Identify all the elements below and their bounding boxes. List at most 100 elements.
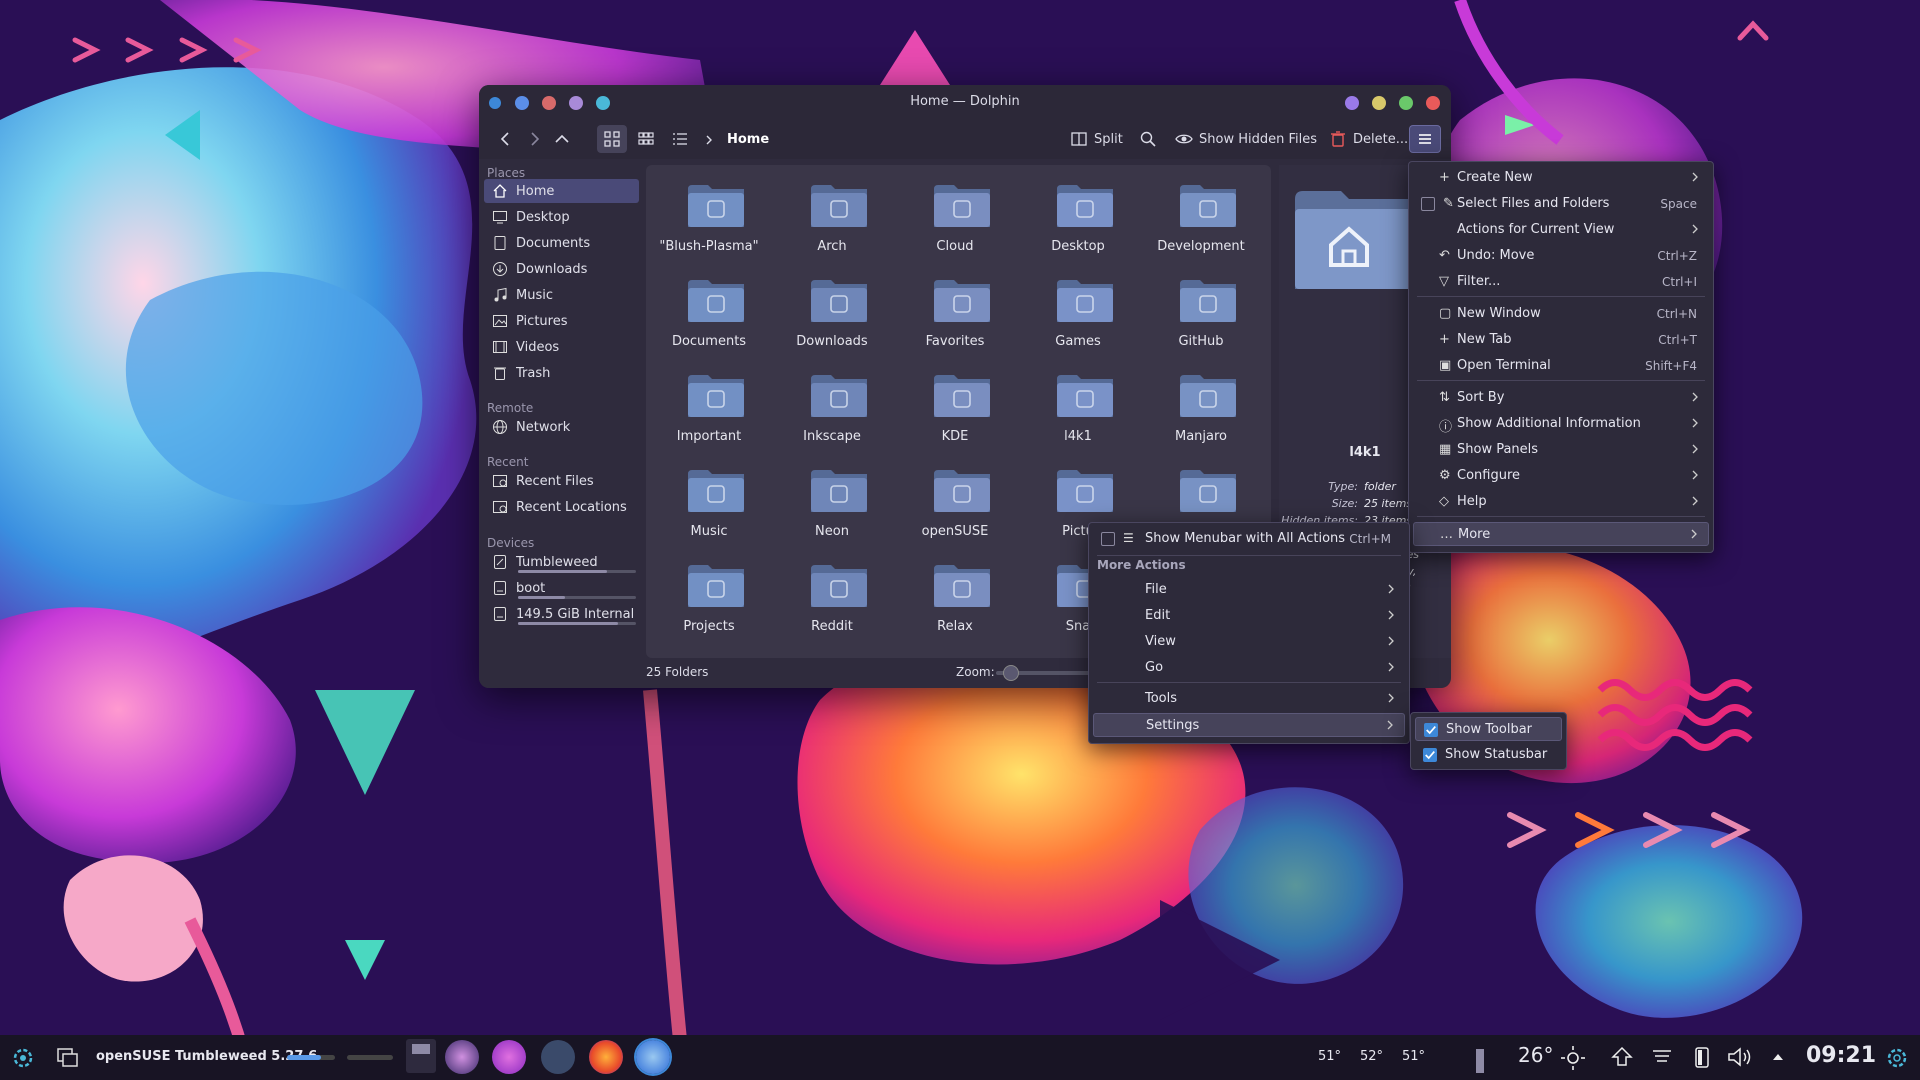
volume-indicator-bar[interactable] (287, 1055, 335, 1060)
device-tumbleweed[interactable]: Tumbleweed (484, 550, 639, 574)
split-button[interactable]: Split (1064, 125, 1129, 153)
menu-item-show-panels[interactable]: ▦ Show Panels (1413, 438, 1709, 462)
folder-name: Inkscape (803, 429, 861, 444)
close-button[interactable] (1426, 96, 1440, 110)
menu-item-filter[interactable]: ▽ Filter... Ctrl+I (1413, 270, 1709, 294)
menu-item-new-tab[interactable]: + New Tab Ctrl+T (1413, 328, 1709, 352)
place-recent-locations[interactable]: Recent Locations (484, 495, 639, 519)
menu-item-open-terminal[interactable]: ▣ Open Terminal Shift+F4 (1413, 354, 1709, 378)
menu-item-show-toolbar[interactable]: Show Toolbar (1415, 717, 1562, 741)
device-boot[interactable]: boot (484, 576, 639, 600)
folder-item[interactable]: Manjaro (1146, 363, 1256, 455)
icons-view-button[interactable] (597, 125, 627, 153)
weather-temperature[interactable]: 26° (1518, 1043, 1553, 1067)
back-button[interactable] (491, 125, 521, 153)
delete-button[interactable]: Delete... (1323, 125, 1414, 153)
folder-item[interactable]: Relax (900, 553, 1010, 645)
folder-item[interactable]: Downloads (777, 268, 887, 360)
folder-item[interactable]: Favorites (900, 268, 1010, 360)
folder-item[interactable]: Cloud (900, 173, 1010, 265)
folder-item[interactable]: Development (1146, 173, 1256, 265)
menu-item-edit[interactable]: Edit (1093, 604, 1405, 628)
place-desktop[interactable]: Desktop (484, 205, 639, 229)
menu-separator (1417, 516, 1705, 517)
menu-item-tools[interactable]: Tools (1093, 687, 1405, 711)
folder-item[interactable]: openSUSE (900, 458, 1010, 550)
folder-item[interactable]: Desktop (1023, 173, 1133, 265)
search-button[interactable] (1133, 125, 1163, 153)
menu-item-undo-move[interactable]: ↶ Undo: Move Ctrl+Z (1413, 244, 1709, 268)
place-downloads[interactable]: Downloads (484, 257, 639, 281)
folder-item[interactable]: Important (654, 363, 764, 455)
folder-item[interactable]: GitHub (1146, 268, 1256, 360)
menu-item-show-menubar[interactable]: ☰ Show Menubar with All Actions Ctrl+M (1093, 527, 1405, 551)
folder-item[interactable]: Inkscape (777, 363, 887, 455)
taskbar-app-dolphin[interactable] (636, 1040, 670, 1074)
menu-item-more[interactable]: … More (1413, 522, 1709, 546)
details-view-button[interactable] (665, 125, 695, 153)
taskbar-app-store[interactable] (492, 1040, 526, 1074)
device-internal-drive[interactable]: 149.5 GiB Internal ... (484, 602, 639, 626)
maximize-button[interactable] (1399, 96, 1413, 110)
show-menubar-checkbox[interactable] (1101, 532, 1115, 546)
taskbar-app-firefox[interactable] (589, 1040, 623, 1074)
place-documents[interactable]: Documents (484, 231, 639, 255)
menu-item-file[interactable]: File (1093, 578, 1405, 602)
menu-item-new-window[interactable]: ▢ New Window Ctrl+N (1413, 302, 1709, 326)
system-tray-expand-icon[interactable] (1770, 1049, 1786, 1065)
place-music[interactable]: Music (484, 283, 639, 307)
pager-widget[interactable] (406, 1039, 436, 1073)
arrow-up-icon (555, 134, 569, 143)
show-hidden-files-button[interactable]: Show Hidden Files (1169, 125, 1323, 153)
taskbar-app-settings[interactable] (541, 1040, 575, 1074)
place-trash[interactable]: Trash (484, 361, 639, 385)
keep-above-button[interactable] (1345, 96, 1359, 110)
menu-item-settings[interactable]: Settings (1093, 713, 1405, 737)
folder-item[interactable]: l4k1 (1023, 363, 1133, 455)
menu-item-select-files-and-folders[interactable]: ✎ Select Files and Folders Space (1413, 192, 1709, 216)
minimize-button[interactable] (1372, 96, 1386, 110)
folder-item[interactable]: Music (654, 458, 764, 550)
menu-item-show-additional-information[interactable]: ⓘ Show Additional Information (1413, 412, 1709, 436)
folder-item[interactable]: Documents (654, 268, 764, 360)
folder-item[interactable]: Games (1023, 268, 1133, 360)
select-files-checkbox[interactable] (1421, 197, 1435, 211)
gear-icon[interactable] (1884, 1045, 1910, 1071)
checked-checkbox[interactable] (1424, 723, 1438, 737)
place-recent-files[interactable]: Recent Files (484, 469, 639, 493)
folder-item[interactable]: Neon (777, 458, 887, 550)
folder-item[interactable]: Arch (777, 173, 887, 265)
compact-view-button[interactable] (631, 125, 661, 153)
folder-item[interactable]: Reddit (777, 553, 887, 645)
menu-item-create-new[interactable]: + Create New (1413, 166, 1709, 190)
breadcrumb-home[interactable]: Home (727, 132, 769, 147)
menu-item-help[interactable]: ◇ Help (1413, 490, 1709, 514)
forward-button[interactable] (519, 125, 549, 153)
checked-checkbox[interactable] (1423, 748, 1437, 762)
menu-item-go[interactable]: Go (1093, 656, 1405, 680)
menu-item-show-statusbar[interactable]: Show Statusbar (1415, 743, 1562, 767)
system-monitor-graph[interactable] (1442, 1045, 1486, 1073)
folder-item[interactable]: KDE (900, 363, 1010, 455)
zoom-slider[interactable] (996, 665, 1096, 681)
digital-clock[interactable]: 09:21 (1806, 1043, 1876, 1068)
place-videos[interactable]: Videos (484, 335, 639, 359)
battery-icon[interactable] (1690, 1045, 1714, 1069)
up-button[interactable] (547, 125, 577, 153)
updates-icon[interactable] (1610, 1045, 1634, 1069)
notifications-icon[interactable] (1650, 1045, 1674, 1069)
folder-item[interactable]: "Blush-Plasma" (654, 173, 764, 265)
window-overview-icon[interactable] (56, 1047, 80, 1069)
hamburger-menu-button[interactable] (1409, 125, 1441, 153)
place-network[interactable]: Network (484, 415, 639, 439)
volume-icon[interactable] (1726, 1045, 1754, 1069)
menu-item-sort-by[interactable]: ⇅ Sort By (1413, 386, 1709, 410)
place-home[interactable]: Home (484, 179, 639, 203)
application-launcher-icon[interactable] (10, 1045, 36, 1071)
place-pictures[interactable]: Pictures (484, 309, 639, 333)
menu-item-actions-for-current-view[interactable]: Actions for Current View (1413, 218, 1709, 242)
folder-item[interactable]: Projects (654, 553, 764, 645)
menu-item-view[interactable]: View (1093, 630, 1405, 654)
taskbar-app-1[interactable] (445, 1040, 479, 1074)
menu-item-configure[interactable]: ⚙ Configure (1413, 464, 1709, 488)
